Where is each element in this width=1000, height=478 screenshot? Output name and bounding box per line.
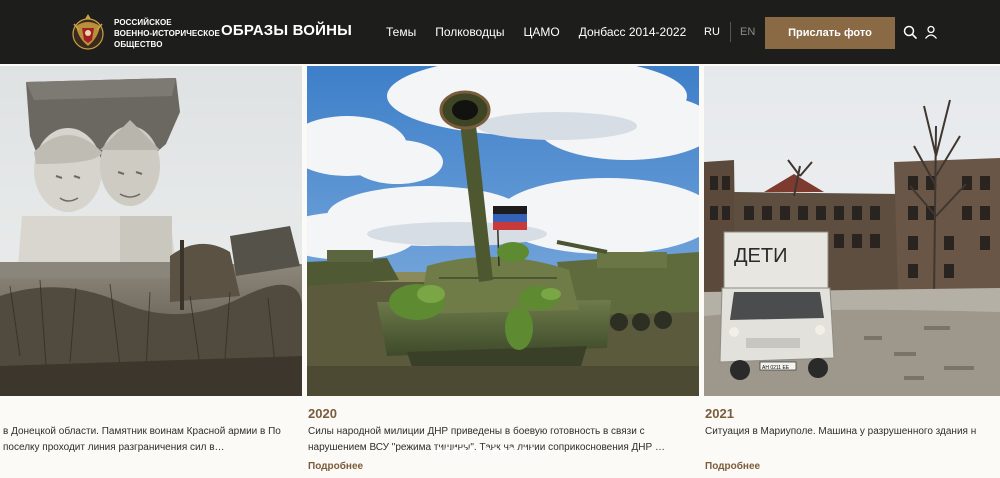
- slide-photo[interactable]: [307, 66, 699, 396]
- tank-photo: [307, 66, 699, 396]
- graffiti-text: ДЕТИ: [734, 245, 787, 267]
- slide-mariupol[interactable]: ДЕТИ АН 0211 ЕЕ 2021 Ситуация в Мариупол…: [704, 64, 1000, 478]
- slide-year: 2021: [705, 406, 734, 421]
- slide-year: 2020: [308, 406, 337, 421]
- carousel-dot[interactable]: [469, 447, 474, 452]
- carousel-dot[interactable]: [445, 447, 450, 452]
- mariupol-photo: ДЕТИ АН 0211 ЕЕ: [704, 66, 1000, 396]
- lang-ru[interactable]: RU: [704, 26, 720, 38]
- carousel-dot[interactable]: [501, 447, 506, 452]
- slide-monument[interactable]: в Донецкой области. Памятник воинам Крас…: [0, 64, 302, 478]
- slide-caption: в Донецкой области. Памятник воинам Крас…: [3, 426, 281, 453]
- org-name: РОССИЙСКОЕ ВОЕННО-ИСТОРИЧЕСКОЕ ОБЩЕСТВО: [114, 18, 220, 49]
- photo-carousel[interactable]: в Донецкой области. Памятник воинам Крас…: [0, 64, 1000, 478]
- carousel-dot[interactable]: [509, 447, 514, 452]
- lang-en[interactable]: EN: [740, 26, 755, 38]
- slide-tank[interactable]: 2020 Силы народной милиции ДНР приведены…: [307, 64, 699, 478]
- carousel-dot[interactable]: [485, 447, 490, 452]
- nav-item-donbass[interactable]: Донбасс 2014-2022: [579, 25, 687, 39]
- send-photo-button[interactable]: Прислать фото: [765, 17, 895, 49]
- license-plate-text: АН 0211 ЕЕ: [762, 365, 790, 371]
- carousel-dot[interactable]: [530, 447, 535, 452]
- carousel-dot[interactable]: [453, 447, 458, 452]
- carousel-dot[interactable]: [522, 447, 527, 452]
- slide-caption: Ситуация в Мариуполе. Машина у разрушенн…: [705, 426, 977, 437]
- rvio-emblem-icon[interactable]: [70, 12, 106, 52]
- nav-item-themes[interactable]: Темы: [386, 25, 416, 39]
- carousel-dot[interactable]: [493, 447, 498, 452]
- carousel-dot[interactable]: [461, 447, 466, 452]
- carousel-dot[interactable]: [437, 447, 442, 452]
- main-nav: Темы Полководцы ЦАМО Донбасс 2014-2022: [386, 25, 705, 39]
- site-header: РОССИЙСКОЕ ВОЕННО-ИСТОРИЧЕСКОЕ ОБЩЕСТВО …: [0, 0, 1000, 64]
- nav-item-commanders[interactable]: Полководцы: [435, 25, 504, 39]
- carousel-dot[interactable]: [477, 447, 482, 452]
- slide-photo[interactable]: [0, 66, 302, 396]
- carousel-pagination: [437, 447, 535, 452]
- read-more-link[interactable]: Подробнее: [705, 461, 760, 472]
- monument-photo: [0, 66, 302, 396]
- lang-divider: [730, 22, 731, 42]
- site-title[interactable]: ОБРАЗЫ ВОЙНЫ: [221, 22, 352, 39]
- slide-photo[interactable]: ДЕТИ АН 0211 ЕЕ: [704, 66, 1000, 396]
- read-more-link[interactable]: Подробнее: [308, 461, 363, 472]
- search-icon[interactable]: [903, 25, 917, 39]
- nav-item-tsamo[interactable]: ЦАМО: [523, 25, 559, 39]
- user-icon[interactable]: [924, 25, 938, 39]
